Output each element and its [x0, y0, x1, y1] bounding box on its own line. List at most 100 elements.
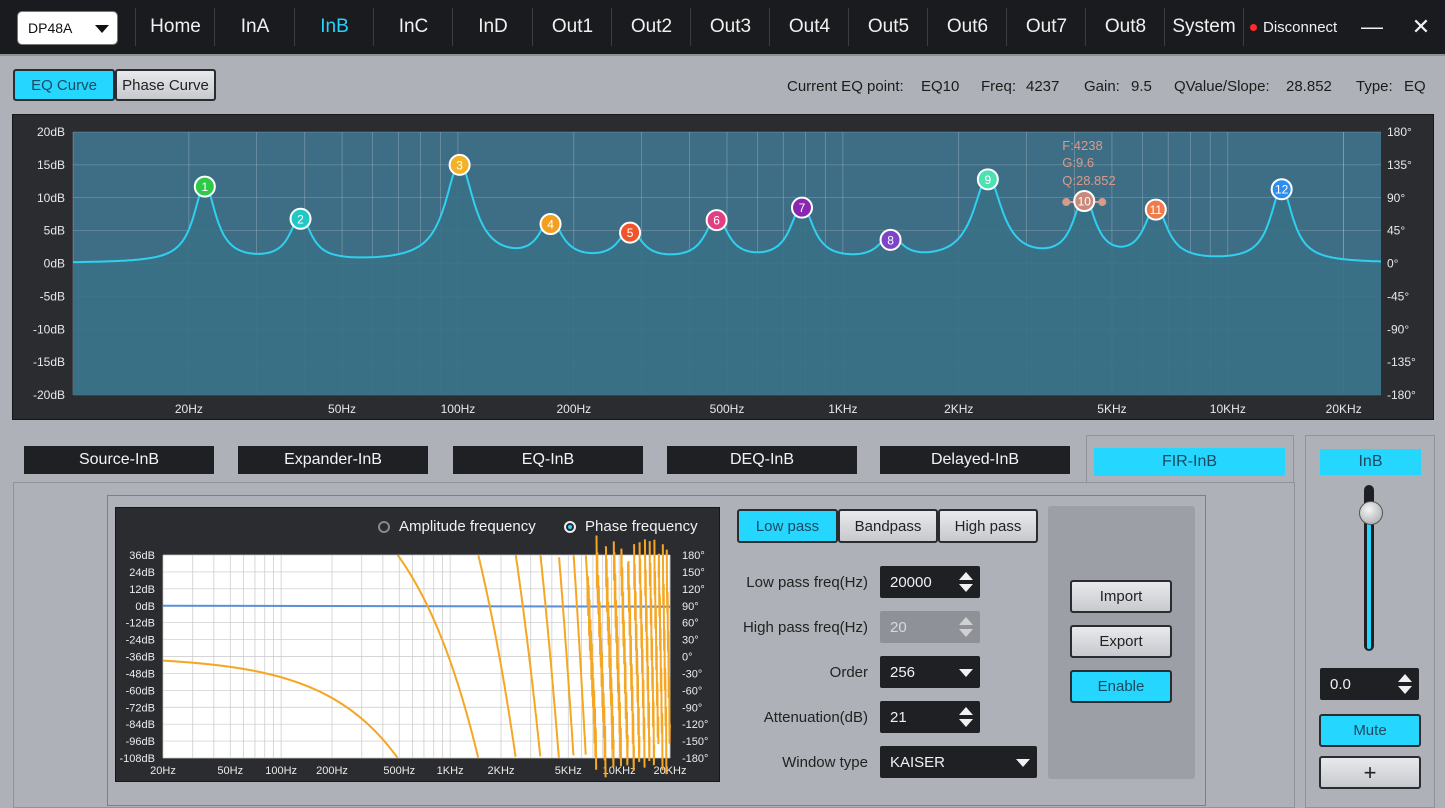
nav-tab-ind[interactable]: InD: [453, 0, 533, 54]
fader-level: [1367, 516, 1371, 649]
strip-gain-spinbox[interactable]: 0.0: [1320, 668, 1419, 700]
spin-up-icon[interactable]: [1398, 674, 1412, 682]
low-pass-button[interactable]: Low pass: [737, 509, 838, 543]
nav-tab-out3[interactable]: Out3: [691, 0, 770, 54]
fir-phase-tick-label: 60°: [682, 618, 699, 630]
type-value: EQ: [1404, 78, 1426, 95]
strip-gain-value: 0.0: [1330, 675, 1351, 693]
import-button[interactable]: Import: [1070, 580, 1172, 613]
fader-knob[interactable]: [1359, 501, 1383, 525]
export-button[interactable]: Export: [1070, 625, 1172, 658]
chevron-down-icon: [1016, 759, 1030, 767]
spin-down-icon[interactable]: [959, 719, 973, 727]
module-tab-expander-inb[interactable]: Expander-InB: [238, 446, 428, 474]
spin-down-icon[interactable]: [1398, 686, 1412, 694]
fir-y-tick-label: -36dB: [126, 652, 155, 664]
high-pass-freq-value: 20: [890, 618, 907, 636]
nav-tab-home[interactable]: Home: [136, 0, 215, 54]
chevron-down-icon: [95, 25, 109, 33]
nav-separator: [769, 8, 770, 46]
eq-phase-tick-label: 90°: [1387, 191, 1405, 205]
mute-button[interactable]: Mute: [1319, 714, 1421, 747]
window-type-select[interactable]: KAISER: [880, 746, 1037, 778]
device-select[interactable]: DP48A: [17, 11, 118, 45]
close-button[interactable]: ✕: [1401, 0, 1441, 54]
nav-separator: [848, 8, 849, 46]
module-tab-eq-inb[interactable]: EQ-InB: [453, 446, 643, 474]
eq-y-tick-label: 0dB: [44, 257, 65, 271]
low-pass-freq-spinbox[interactable]: 20000: [880, 566, 980, 598]
add-button[interactable]: +: [1319, 756, 1421, 789]
minimize-button[interactable]: —: [1352, 0, 1392, 54]
disconnect-button[interactable]: Disconnect: [1246, 0, 1342, 54]
module-tab-deq-inb[interactable]: DEQ-InB: [667, 446, 857, 474]
minimize-icon: —: [1361, 14, 1383, 39]
nav-tab-out5[interactable]: Out5: [849, 0, 928, 54]
eq-y-tick-label: 20dB: [37, 125, 65, 139]
eq-y-tick-label: -10dB: [33, 322, 65, 336]
order-value: 256: [890, 663, 916, 681]
eq-tooltip-q: Q:28.852: [1062, 173, 1116, 188]
spin-down-icon[interactable]: [959, 584, 973, 592]
eq-point-label: 12: [1275, 183, 1289, 197]
fir-y-tick-label: -84dB: [126, 719, 155, 731]
fir-x-tick-label: 100Hz: [265, 765, 297, 777]
bandpass-button[interactable]: Bandpass: [838, 509, 938, 543]
fir-x-tick-label: 10KHz: [603, 765, 636, 777]
status-dot-icon: [1250, 23, 1257, 31]
module-tab-source-inb[interactable]: Source-InB: [24, 446, 214, 474]
nav-tab-out6[interactable]: Out6: [928, 0, 1007, 54]
nav-tab-ina[interactable]: InA: [215, 0, 295, 54]
device-select-value: DP48A: [28, 20, 73, 36]
nav-separator: [690, 8, 691, 46]
eq-q-handle-right: [1098, 198, 1107, 207]
eq-chart-panel[interactable]: F:4238 G:9.6 Q:28.852 1 2 3 4 5 6 7 8 9 10 11 12 20dB 15…: [12, 114, 1434, 420]
fir-y-tick-label: -48dB: [126, 668, 155, 680]
enable-button[interactable]: Enable: [1070, 670, 1172, 703]
phase-curve-button[interactable]: Phase Curve: [115, 69, 216, 101]
nav-tab-out2[interactable]: Out2: [612, 0, 691, 54]
eq-phase-tick-label: 180°: [1387, 125, 1412, 139]
fir-y-tick-label: 36dB: [129, 550, 155, 562]
nav-tab-out7[interactable]: Out7: [1007, 0, 1086, 54]
gain-label: Gain:: [1084, 78, 1120, 95]
spin-up-icon: [959, 617, 973, 625]
fir-x-tick-label: 50Hz: [217, 765, 243, 777]
eq-x-tick-label: 2KHz: [944, 402, 973, 416]
nav-tab-out4[interactable]: Out4: [770, 0, 849, 54]
eq-phase-tick-label: -135°: [1387, 355, 1416, 369]
top-navigation-bar: DP48A Home InA InB InC InD Out1 Out2 Out3 Out4 Ou…: [0, 0, 1445, 54]
eq-y-tick-label: 5dB: [44, 224, 65, 238]
eq-point-label: 5: [627, 226, 634, 240]
fir-x-tick-label: 20Hz: [150, 765, 176, 777]
nav-tab-out8[interactable]: Out8: [1086, 0, 1165, 54]
spin-up-icon[interactable]: [959, 572, 973, 580]
eq-chart[interactable]: F:4238G:9.6Q:28.85212345678910111220dB15…: [13, 115, 1433, 419]
eq-point-label: 6: [713, 214, 720, 228]
nav-tab-out1[interactable]: Out1: [533, 0, 612, 54]
eq-point-label: Current EQ point:: [787, 78, 904, 95]
module-tab-fir-inb[interactable]: FIR-InB: [1094, 448, 1285, 476]
order-label: Order: [829, 664, 868, 681]
fir-y-tick-label: -12dB: [126, 618, 155, 630]
nav-tab-inc[interactable]: InC: [374, 0, 453, 54]
eq-point-label: 3: [456, 158, 463, 172]
window-type-value: KAISER: [890, 753, 946, 771]
eq-curve-button[interactable]: EQ Curve: [13, 69, 115, 101]
eq-q-handle-left: [1062, 198, 1071, 207]
eq-point-label: 2: [297, 212, 304, 226]
spin-up-icon[interactable]: [959, 707, 973, 715]
nav-tab-inb[interactable]: InB: [295, 0, 374, 54]
freq-label: Freq:: [981, 78, 1017, 95]
order-select[interactable]: 256: [880, 656, 980, 688]
eq-y-tick-label: -15dB: [33, 355, 65, 369]
high-pass-button[interactable]: High pass: [938, 509, 1038, 543]
eq-point-label: 11: [1150, 203, 1163, 217]
module-tab-delayed-inb[interactable]: Delayed-InB: [880, 446, 1070, 474]
attenuation-spinbox[interactable]: 21: [880, 701, 980, 733]
fir-chart-panel: Amplitude frequency Phase frequency 36dB…: [115, 507, 720, 782]
fir-x-tick-label: 20KHz: [653, 765, 686, 777]
eq-x-tick-label: 20KHz: [1326, 402, 1362, 416]
fir-x-tick-label: 2KHz: [488, 765, 515, 777]
nav-tab-system[interactable]: System: [1165, 0, 1243, 54]
